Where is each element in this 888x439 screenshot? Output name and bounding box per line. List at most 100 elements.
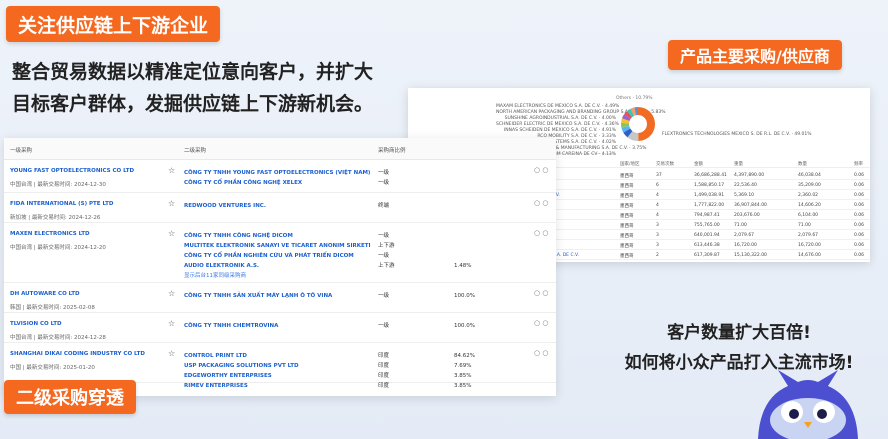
favorite-star-icon[interactable]: ☆ [168, 319, 175, 328]
right-table-cell: 16,720.00 [798, 243, 821, 248]
table-row[interactable]: DH AUTOWARE CO LTD 韩国 | 最新交易时间: 2025-02-0… [4, 283, 556, 313]
secondary-buyer-name[interactable]: REDWOOD VENTURES INC. [184, 201, 384, 211]
secondary-buyer-name[interactable]: 显示后台11家同级采购商 [184, 271, 384, 281]
row-action-icon[interactable]: ○ ○ [534, 229, 548, 237]
right-table-cell: 墨西哥 [620, 204, 634, 209]
buyer-ratio: 100.0% [454, 323, 475, 329]
buyer-ratios: 100.0% [454, 321, 494, 331]
buyer-types: 一级 [378, 291, 418, 301]
primary-buyer-name[interactable]: YOUNG FAST OPTOELECTRONICS CO LTD [10, 168, 134, 174]
secondary-buyer-name[interactable]: CONTROL PRINT LTD [184, 351, 384, 361]
right-table-cell: 0.06 [854, 203, 865, 208]
primary-buyer-name[interactable]: FIDA INTERNATIONAL (S) PTE LTD [10, 201, 113, 207]
right-table-cell: 36,907,844.00 [734, 203, 767, 208]
right-table-cell: 3 [656, 243, 659, 248]
buyer-type: 一级 [378, 170, 390, 176]
right-table-cell: 墨西哥 [620, 184, 634, 189]
secondary-buyer-name[interactable]: RIMEV ENTERPRISES [184, 381, 384, 391]
buyer-types: 印度 印度 印度 印度 [378, 351, 418, 391]
right-table-cell: 22,536.40 [734, 183, 757, 188]
table-row[interactable]: YOUNG FAST OPTOELECTRONICS CO LTD 中国台湾 | … [4, 160, 556, 193]
right-table-cell: 3 [656, 223, 659, 228]
right-table-cell: 墨西哥 [620, 174, 634, 179]
donut-slice[interactable] [638, 107, 655, 141]
favorite-star-icon[interactable]: ☆ [168, 289, 175, 298]
right-table-cell: 6,104.00 [798, 213, 819, 218]
buyer-meta: 中国 | 最新交易时间: 2025-01-20 [10, 365, 95, 371]
header-secondary: 二级采购 [184, 148, 207, 154]
favorite-star-icon[interactable]: ☆ [168, 166, 175, 175]
secondary-buyers: CONTROL PRINT LTD USP PACKAGING SOLUTIONS… [184, 351, 384, 391]
buyer-ratio: 1.48% [454, 263, 472, 269]
buyer-ratio: 3.85% [454, 383, 472, 389]
favorite-star-icon[interactable]: ☆ [168, 199, 175, 208]
secondary-buyer-name[interactable]: CÔNG TY TNHH CÔNG NGHỆ DICOM [184, 231, 384, 241]
right-table-cell: 0.06 [854, 173, 865, 178]
secondary-buyers: CÔNG TY TNHH CHEMTROVINA [184, 321, 384, 331]
table-row[interactable]: SHANGHAI DIKAI CODING INDUSTRY CO LTD 中国 … [4, 343, 556, 389]
right-header-cell: 交易次数 [656, 162, 674, 167]
secondary-buyer-name[interactable]: CÔNG TY CỔ PHẦN CÔNG NGHỆ XELEX [184, 178, 384, 188]
right-header-cell: 重量 [734, 162, 743, 167]
secondary-buyer-name[interactable]: EDGEWORTHY ENTERPRISES [184, 371, 384, 381]
right-table-cell: 203,676.00 [734, 213, 760, 218]
table-row[interactable]: TLVISION CO LTD 中国台湾 | 最新交易时间: 2024-12-28… [4, 313, 556, 343]
right-table-cell: 46,038.04 [798, 173, 821, 178]
right-table-cell: 640,001.94 [694, 233, 720, 238]
buyer-type: 一级 [378, 180, 390, 186]
headline: 整合贸易数据以精准定位意向客户，并扩大 目标客户群体，发掘供应链上下游新机会。 [12, 56, 392, 120]
primary-buyer-name[interactable]: DH AUTOWARE CO LTD [10, 291, 80, 297]
right-table-cell: 14,606.20 [798, 203, 821, 208]
buyer-type: 印度 [378, 373, 390, 379]
table-row[interactable]: MAXEN ELECTRONICS LTD 中国台湾 | 最新交易时间: 2024… [4, 223, 556, 283]
table-row[interactable]: FIDA INTERNATIONAL (S) PTE LTD 新加坡 | 最新交易… [4, 193, 556, 223]
buyer-ratios: 84.62% 7.69% 3.85% 3.85% [454, 351, 494, 391]
right-table-cell: 墨西哥 [620, 214, 634, 219]
secondary-purchase-table: 一级采购 二级采购 采购商比例 YOUNG FAST OPTOELECTRONI… [4, 138, 556, 396]
secondary-buyers: CÔNG TY TNHH YOUNG FAST OPTOELECTRONICS … [184, 168, 384, 188]
secondary-buyer-name[interactable]: CÔNG TY CỔ PHẦN NGHIÊN CỨU VÀ PHÁT TRIỂN… [184, 251, 384, 261]
secondary-buyer-name[interactable]: CÔNG TY TNHH CHEMTROVINA [184, 321, 384, 331]
favorite-star-icon[interactable]: ☆ [168, 349, 175, 358]
row-action-icon[interactable]: ○ ○ [534, 349, 548, 357]
buyer-ratio: 3.85% [454, 373, 472, 379]
secondary-buyer-name[interactable]: CÔNG TY TNHH YOUNG FAST OPTOELECTRONICS … [184, 168, 384, 178]
right-table-cell: 613,446.38 [694, 243, 720, 248]
buyer-types: 一级 上下游 一级 上下游 [378, 231, 418, 271]
primary-buyer-name[interactable]: SHANGHAI DIKAI CODING INDUSTRY CO LTD [10, 351, 145, 357]
primary-buyer-name[interactable]: MAXEN ELECTRONICS LTD [10, 231, 90, 237]
right-table-cell: 0.06 [854, 183, 865, 188]
buyer-meta: 韩国 | 最新交易时间: 2025-02-08 [10, 305, 95, 311]
secondary-buyer-name[interactable]: MULTITEK ELEKTRONIK SANAYI VE TICARET AN… [184, 241, 384, 251]
row-action-icon[interactable]: ○ ○ [534, 166, 548, 174]
buyer-ratio [454, 251, 494, 261]
headline-line-1: 整合贸易数据以精准定位意向客户，并扩大 [12, 61, 374, 83]
buyer-ratios: 1.48% [454, 231, 494, 271]
buyer-ratios: 100.0% [454, 291, 494, 301]
right-header-cell: 频率 [854, 162, 863, 167]
buyer-types: 一级 一级 [378, 168, 418, 188]
buyer-type: 一级 [378, 323, 390, 329]
buyer-type: 上下游 [378, 263, 395, 269]
favorite-star-icon[interactable]: ☆ [168, 229, 175, 238]
row-action-icon[interactable]: ○ ○ [534, 199, 548, 207]
right-table-cell: 4,397,890.00 [734, 173, 765, 178]
right-table-cell: 794,987.41 [694, 213, 720, 218]
buyer-meta: 中国台湾 | 最新交易时间: 2024-12-30 [10, 182, 106, 188]
primary-buyer-name[interactable]: TLVISION CO LTD [10, 321, 62, 327]
right-table-cell: 5,369.10 [734, 193, 755, 198]
buyer-ratio: 84.62% [454, 353, 475, 359]
right-table-cell: 71.00 [734, 223, 747, 228]
buyer-type: 上下游 [378, 243, 395, 249]
secondary-buyer-name[interactable]: AUDIO ELEKTRONIK A.S. [184, 261, 384, 271]
secondary-buyer-name[interactable]: USP PACKAGING SOLUTIONS PVT LTD [184, 361, 384, 371]
row-action-icon[interactable]: ○ ○ [534, 319, 548, 327]
right-table-cell: 3 [656, 233, 659, 238]
buyer-type: 印度 [378, 353, 390, 359]
right-table-cell: 2,079.67 [734, 233, 755, 238]
right-table-cell: 37 [656, 173, 662, 178]
row-action-icon[interactable]: ○ ○ [534, 289, 548, 297]
secondary-buyer-name[interactable]: CÔNG TY TNHH SẢN XUẤT MÁY LẠNH Ô TÔ VINA [184, 291, 384, 301]
secondary-buyers: CÔNG TY TNHH SẢN XUẤT MÁY LẠNH Ô TÔ VINA [184, 291, 384, 301]
buyer-type: 印度 [378, 363, 390, 369]
